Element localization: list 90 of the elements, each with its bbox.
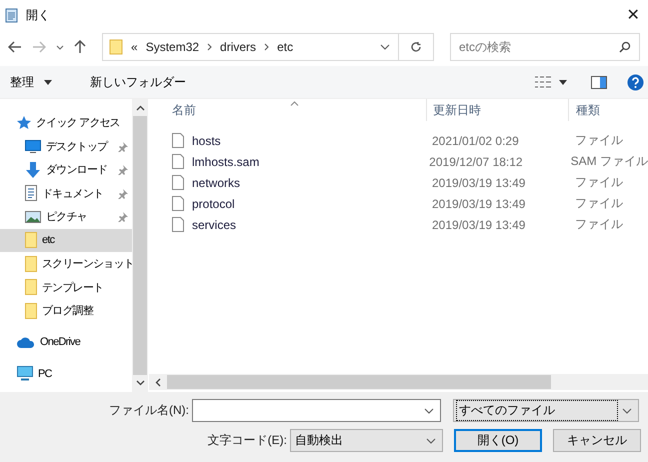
file-icon <box>172 175 184 190</box>
address-bar[interactable]: « System32 drivers etc <box>102 33 434 61</box>
window-title: 開く <box>26 6 50 24</box>
folder-icon <box>25 232 37 248</box>
folder-icon <box>25 302 37 319</box>
file-icon <box>172 154 184 169</box>
scrollbar[interactable] <box>132 99 148 392</box>
open-button[interactable]: 開く(O) <box>454 429 542 452</box>
file-icon <box>172 217 184 232</box>
back-icon[interactable] <box>8 41 22 53</box>
file-icon <box>172 133 184 148</box>
cancel-button[interactable]: キャンセル <box>553 429 641 452</box>
pin-icon <box>118 212 128 222</box>
caret-icon[interactable] <box>44 80 52 84</box>
table-cell-text: ファイル <box>574 174 624 191</box>
file-icon <box>172 196 184 211</box>
breadcrumb[interactable]: drivers <box>220 40 256 54</box>
sidebar-item[interactable]: テンプレート <box>0 276 132 299</box>
sort-caret-icon <box>290 101 299 106</box>
pin-icon <box>118 142 128 152</box>
column-header[interactable]: 更新日時 <box>426 99 568 121</box>
file-type-dropdown[interactable]: すべてのファイル <box>453 399 639 422</box>
breadcrumb[interactable]: System32 <box>146 40 200 54</box>
sidebar-item[interactable]: デスクトップ <box>0 134 132 158</box>
notepad-icon <box>4 7 20 23</box>
chevron-icon[interactable] <box>264 43 270 51</box>
dropdown-icon[interactable] <box>424 408 434 414</box>
sidebar-item[interactable]: クイック アクセス <box>0 111 132 134</box>
overflow-chevron[interactable]: « <box>131 40 138 54</box>
down-arrow-icon <box>25 162 41 178</box>
preview-pane-icon[interactable] <box>591 76 607 88</box>
sidebar-item[interactable]: etc <box>0 228 132 252</box>
scroll-left-icon[interactable] <box>155 378 161 386</box>
file-name[interactable]: services <box>192 218 236 232</box>
table-cell-text: ファイル <box>574 132 624 149</box>
dropdown-icon[interactable] <box>56 44 64 50</box>
sidebar-item[interactable]: ドキュメント <box>0 182 132 205</box>
star-icon <box>17 116 31 130</box>
column-header[interactable]: 名前 <box>149 99 426 121</box>
close-button[interactable]: ✕ <box>618 0 648 30</box>
field-label: ファイル名(N): <box>108 402 190 419</box>
monitor-icon <box>25 140 41 153</box>
sidebar-item[interactable]: ブログ調整 <box>0 299 132 322</box>
table-cell-text: 2019/12/07 18:12 <box>428 154 524 168</box>
new-folder-button[interactable]: 新しいフォルダー <box>88 74 188 90</box>
table-cell-text: 2019/03/19 13:49 <box>431 176 526 190</box>
breadcrumb[interactable]: etc <box>277 40 294 54</box>
search-field[interactable]: etcの検索 <box>450 33 640 61</box>
dropdown-icon[interactable] <box>380 44 390 50</box>
search-icon <box>619 41 631 53</box>
table-cell-text: ファイル <box>574 195 624 212</box>
folder-icon <box>25 256 37 272</box>
pin-icon <box>118 165 128 175</box>
monitor-icon <box>17 366 33 382</box>
scroll-down-icon[interactable] <box>136 380 144 386</box>
scroll-up-icon[interactable] <box>136 105 144 111</box>
folder-icon <box>25 279 37 296</box>
sidebar-item[interactable]: PC <box>0 362 132 386</box>
caret-icon[interactable] <box>559 80 567 84</box>
refresh-icon[interactable] <box>410 41 422 53</box>
dropdown-icon[interactable] <box>426 438 436 444</box>
pin-icon <box>118 188 128 198</box>
file-name-field[interactable] <box>192 399 441 422</box>
column-header[interactable]: 種類 <box>568 99 648 121</box>
landscape-icon <box>25 210 41 223</box>
sidebar-item[interactable]: OneDrive <box>0 330 132 354</box>
sidebar-item[interactable]: スクリーンショット <box>0 252 132 276</box>
help-icon[interactable] <box>627 74 644 90</box>
file-name[interactable]: hosts <box>192 134 221 148</box>
view-list-icon[interactable] <box>535 76 551 88</box>
table-cell-text: 2019/03/19 13:49 <box>431 196 526 210</box>
document-icon <box>25 185 37 202</box>
up-arrow-icon[interactable] <box>74 40 86 54</box>
field-label: 文字コード(E): <box>206 432 288 449</box>
file-name[interactable]: lmhosts.sam <box>192 154 260 168</box>
table-cell-text: 2021/01/02 0:29 <box>431 134 520 148</box>
organize-button[interactable]: 整理 <box>8 74 36 90</box>
encoding-dropdown[interactable]: 自動検出 <box>290 429 443 452</box>
file-name[interactable]: protocol <box>192 196 235 210</box>
chevron-icon[interactable] <box>207 43 212 51</box>
cloud-icon <box>17 336 35 348</box>
table-cell-text: 2019/03/19 13:49 <box>431 218 526 232</box>
sidebar-item[interactable]: ピクチャ <box>0 205 132 228</box>
table-cell-text: SAM ファイル <box>570 153 648 170</box>
table-cell-text: ファイル <box>574 216 624 233</box>
dropdown-icon[interactable] <box>622 408 632 414</box>
sidebar-item[interactable]: ダウンロード <box>0 158 132 182</box>
file-name[interactable]: networks <box>192 176 240 190</box>
folder-icon <box>109 39 123 55</box>
scrollbar[interactable] <box>149 374 648 390</box>
